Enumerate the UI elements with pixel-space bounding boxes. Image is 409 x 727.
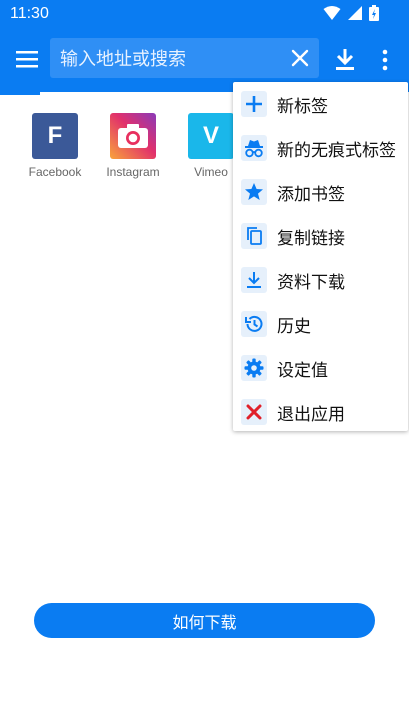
status-icons	[323, 5, 379, 21]
shortcut-label: Instagram	[106, 165, 160, 179]
close-icon[interactable]	[289, 47, 311, 69]
menu-item-label: 资料下载	[277, 272, 345, 293]
shortcut-facebook[interactable]: F Facebook	[16, 113, 94, 179]
menu-item-downloads[interactable]: 资料下载	[233, 258, 408, 302]
menu-item-label: 添加书签	[277, 184, 345, 205]
incognito-icon	[241, 135, 267, 161]
address-bar	[50, 38, 319, 80]
tab-indicator	[0, 92, 40, 95]
menu-item-label: 设定值	[277, 360, 328, 381]
download-icon	[241, 267, 267, 293]
copy-icon	[241, 223, 267, 249]
overflow-menu: 新标签 新的无痕式标签 添加书签 复制链接 资料下载 历史 设定值 退出应用	[233, 82, 408, 431]
more-vert-icon[interactable]	[374, 47, 396, 73]
gear-icon	[241, 355, 267, 381]
menu-item-label: 退出应用	[277, 404, 345, 425]
download-icon[interactable]	[332, 47, 358, 73]
menu-item-label: 复制链接	[277, 228, 345, 249]
vimeo-icon: V	[188, 113, 234, 159]
menu-item-settings[interactable]: 设定值	[233, 346, 408, 390]
menu-item-new-tab[interactable]: 新标签	[233, 82, 408, 126]
history-icon	[241, 311, 267, 337]
menu-item-incognito-tab[interactable]: 新的无痕式标签	[233, 126, 408, 170]
menu-item-label: 新的无痕式标签	[277, 140, 396, 161]
close-icon	[241, 399, 267, 425]
menu-item-exit-app[interactable]: 退出应用	[233, 390, 408, 434]
plus-icon	[241, 91, 267, 117]
menu-item-add-bookmark[interactable]: 添加书签	[233, 170, 408, 214]
instagram-icon	[110, 113, 156, 159]
menu-item-label: 历史	[277, 316, 311, 337]
shortcut-grid: F Facebook Instagram V Vimeo	[16, 113, 250, 179]
status-time: 11:30	[10, 5, 49, 22]
battery-icon	[369, 5, 379, 21]
address-input[interactable]	[58, 38, 282, 80]
menu-item-label: 新标签	[277, 96, 328, 117]
star-icon	[241, 179, 267, 205]
facebook-icon: F	[32, 113, 78, 159]
signal-icon	[348, 6, 362, 20]
camera-icon	[118, 124, 148, 148]
menu-item-copy-link[interactable]: 复制链接	[233, 214, 408, 258]
shortcut-instagram[interactable]: Instagram	[94, 113, 172, 179]
hamburger-menu-icon[interactable]	[10, 44, 44, 78]
shortcut-label: Facebook	[28, 165, 82, 179]
status-bar: 11:30	[0, 0, 409, 28]
how-to-download-button[interactable]: 如何下载	[34, 603, 375, 638]
wifi-icon	[323, 6, 341, 20]
menu-item-history[interactable]: 历史	[233, 302, 408, 346]
